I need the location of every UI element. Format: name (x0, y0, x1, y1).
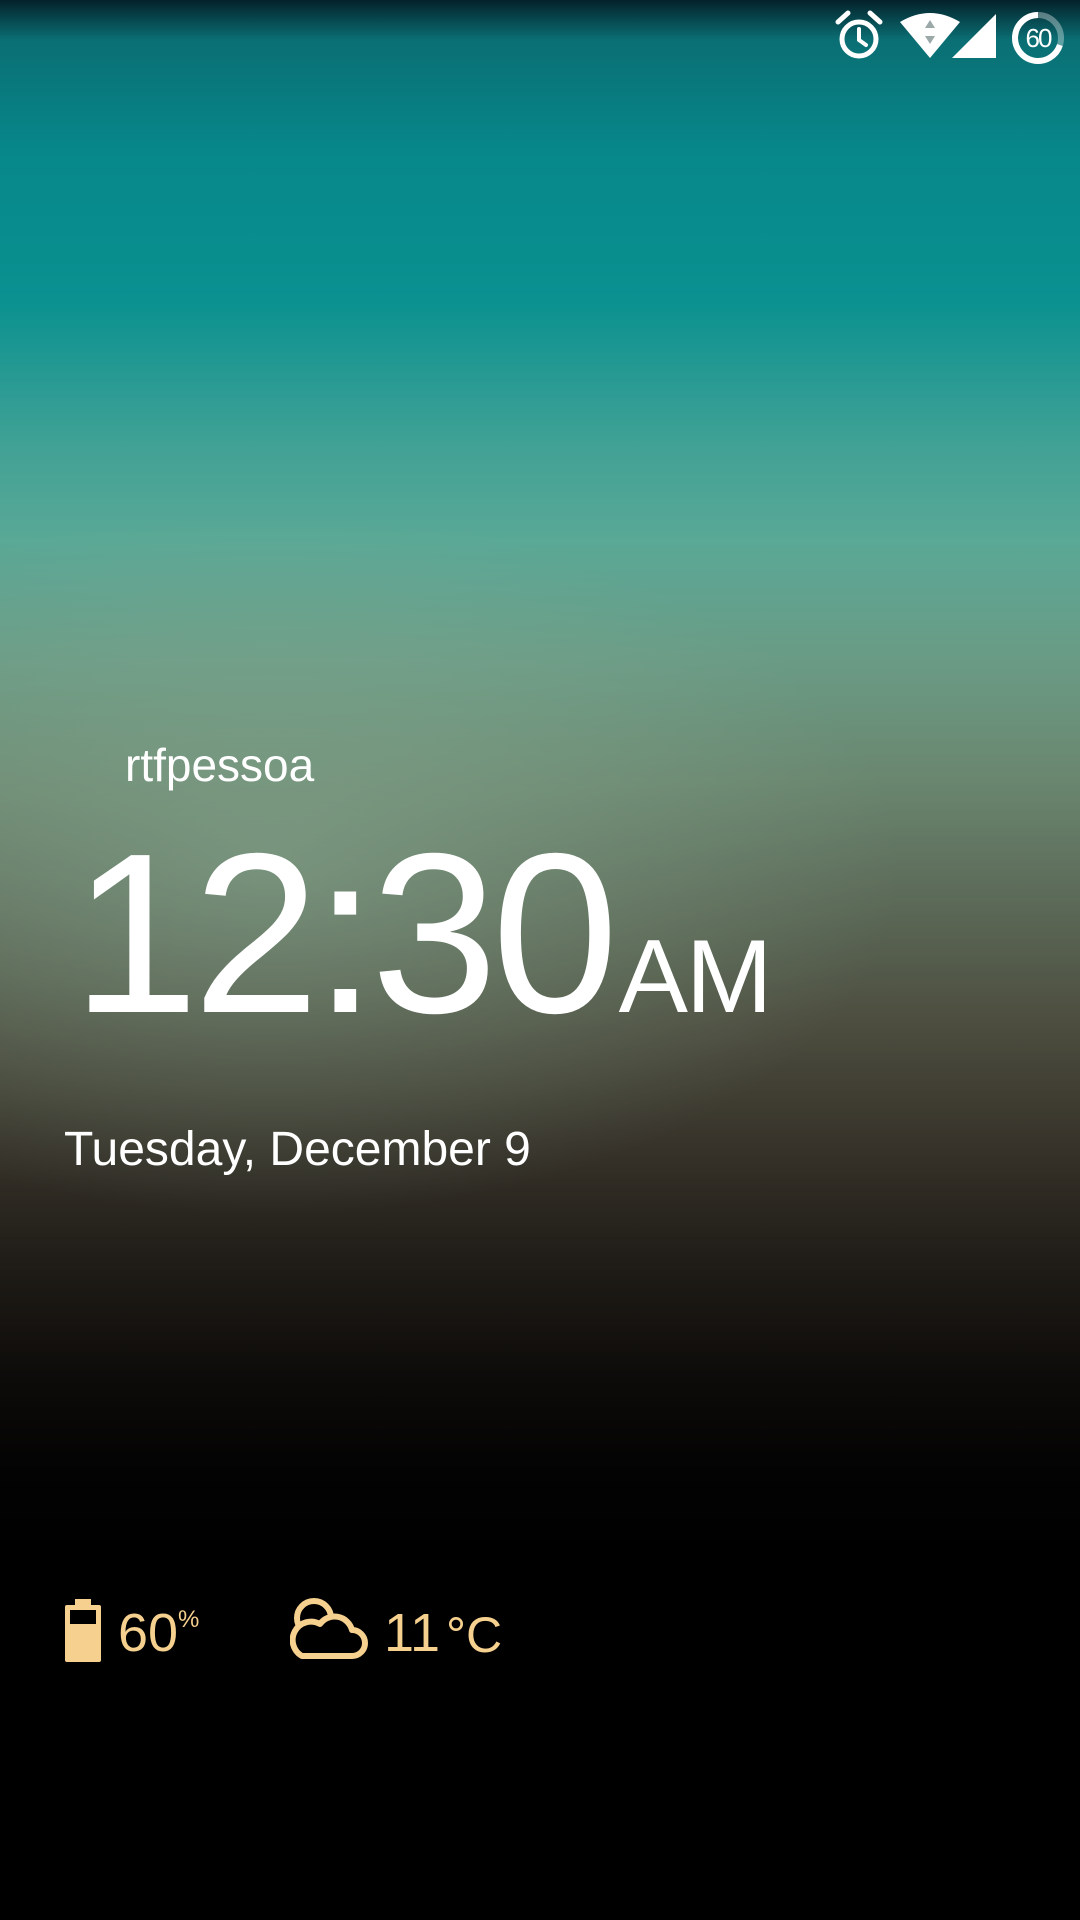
battery-percent-unit: % (178, 1606, 200, 1633)
alarm-icon (834, 10, 884, 62)
battery-ring-icon: 60 (1010, 10, 1066, 64)
clock-ampm: AM (618, 919, 773, 1035)
battery-ring-level: 60 (1025, 23, 1053, 53)
temperature-value: 11 (384, 1603, 441, 1663)
clock-time: 12:30 (72, 807, 619, 1061)
owner-info: rtfpessoa (125, 739, 315, 791)
lock-screen: 60 rtfpessoa 12:30AM Tuesday, December 9… (0, 0, 1080, 1920)
date: Tuesday, December 9 (64, 1123, 531, 1176)
clock: 12:30AM (72, 807, 773, 1061)
battery-percent-value: 60 (118, 1603, 179, 1663)
signal-icon (950, 10, 998, 62)
status-bar: 60 (0, 0, 1080, 72)
battery-icon (64, 1599, 102, 1663)
partly-cloudy-icon (289, 1596, 368, 1662)
temperature-unit: °C (446, 1607, 503, 1663)
